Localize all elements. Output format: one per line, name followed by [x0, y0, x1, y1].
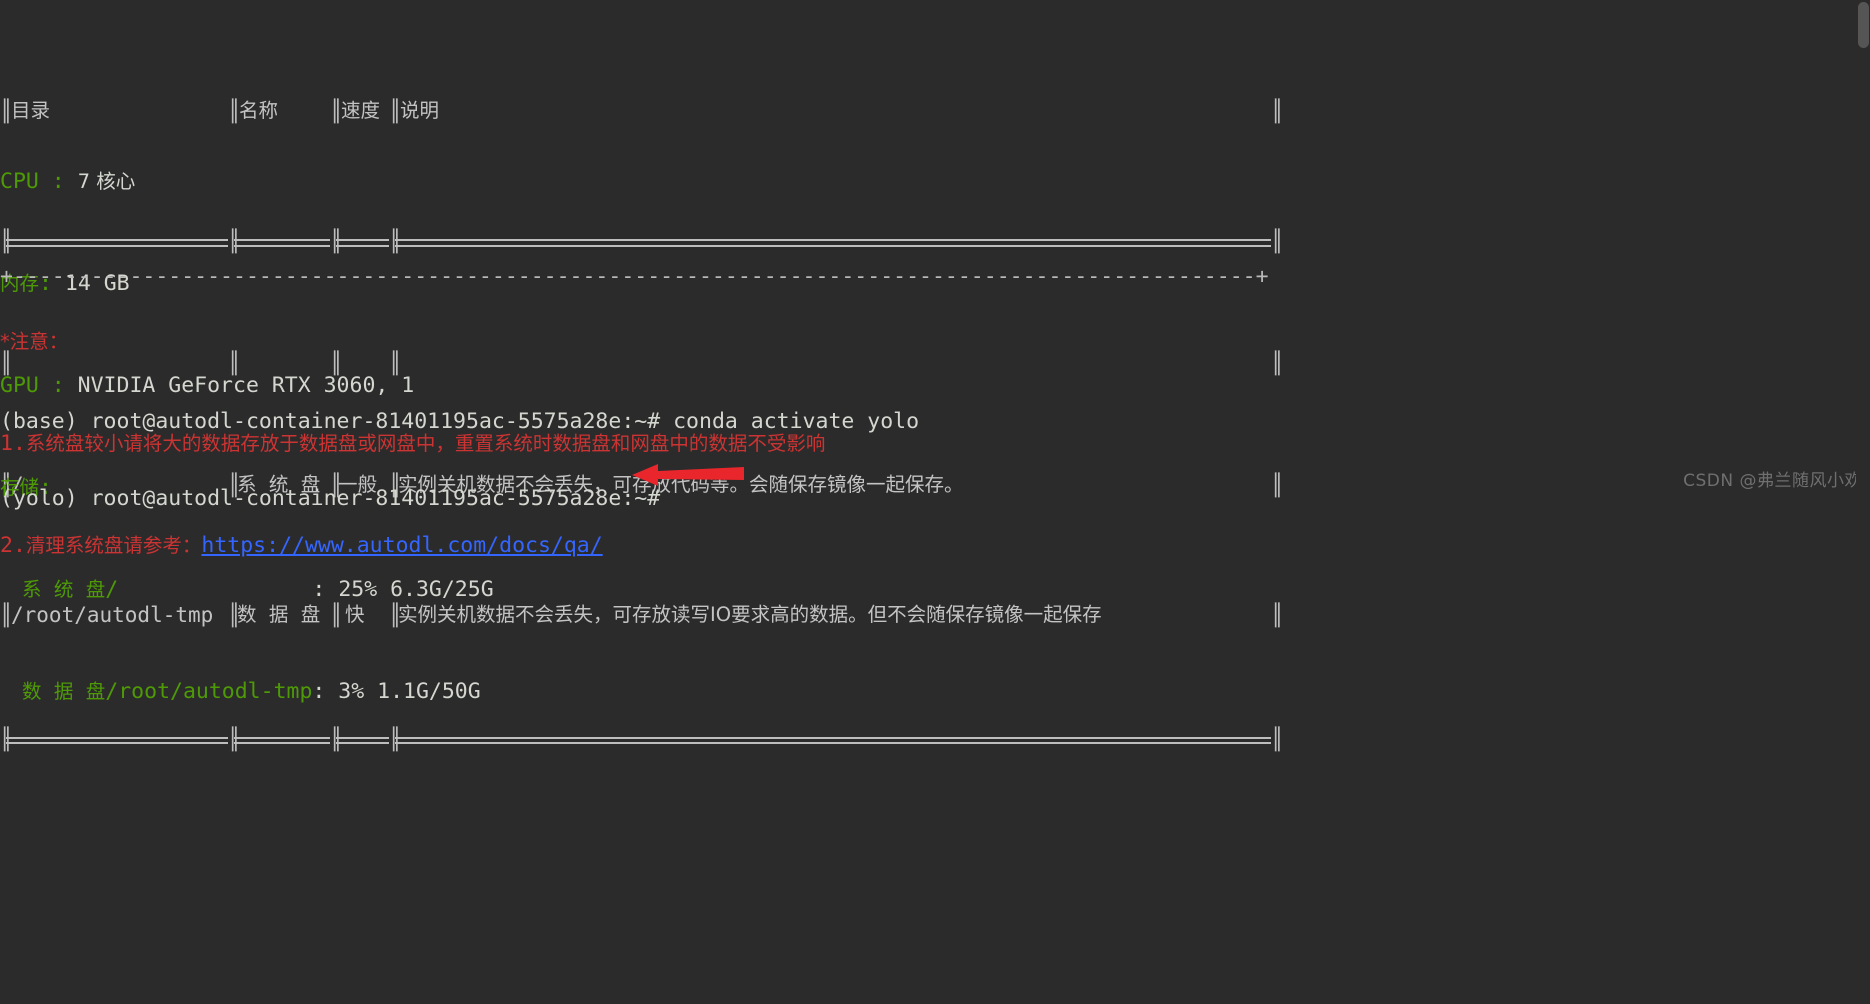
shell-prompt-block: (base) root@autodl-container-81401195ac-… — [0, 358, 919, 562]
cpu-separator: : — [51, 169, 78, 194]
vertical-scrollbar-thumb[interactable] — [1858, 2, 1869, 48]
red-left-arrow-icon — [632, 464, 744, 486]
disk-separator: : — [312, 679, 339, 704]
disk-usage-line: 数 据 盘/root/autodl-tmp: 3% 1.1G/50G — [0, 679, 494, 705]
disk-name: 数 据 盘 — [22, 680, 106, 703]
prompt-line[interactable]: (yolo) root@autodl-container-81401195ac-… — [0, 486, 919, 512]
terminal-window[interactable]: ║ 目录 ║ 名称 ║ 速度 ║ 说明 ║ ║ ║ ║ ║ ║ ║ ║ ║ ║ … — [0, 0, 1870, 750]
conda-env-name: (base) — [0, 409, 78, 434]
csdn-watermark: CSDN @弗兰随风小欢 — [1683, 471, 1862, 491]
disk-usage: 3% 1.1G/50G — [338, 679, 481, 704]
prompt-line: (base) root@autodl-container-81401195ac-… — [0, 409, 919, 435]
notice-title: *注意： — [0, 330, 69, 353]
disk-mount: /root/autodl-tmp — [105, 679, 313, 704]
cpu-label: CPU — [0, 169, 52, 194]
cpu-value: 7 核心 — [77, 170, 136, 193]
cpu-line: CPU : 7 核心 — [0, 169, 494, 195]
vertical-scrollbar-track[interactable] — [1856, 0, 1870, 502]
prompt-string: root@autodl-container-81401195ac-5575a28… — [77, 485, 674, 511]
typed-command: conda activate yolo — [673, 409, 920, 434]
conda-env-name: (yolo) — [0, 485, 78, 511]
prompt-string: root@autodl-container-81401195ac-5575a28… — [77, 409, 674, 434]
